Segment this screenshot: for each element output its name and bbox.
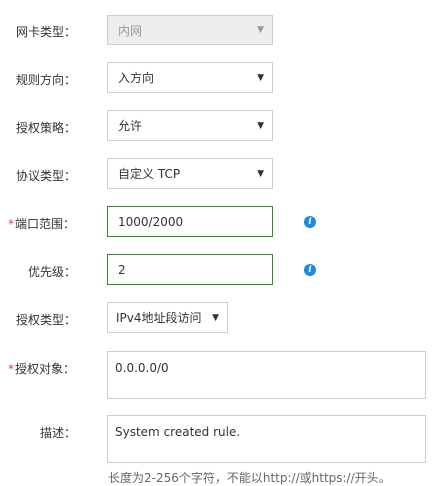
rule-direction-select[interactable]: 入方向 ▼ (107, 62, 273, 93)
port-range-label-text: 端口范围： (15, 217, 76, 231)
chevron-down-icon: ▼ (257, 25, 264, 35)
protocol-type-select[interactable]: 自定义 TCP ▼ (107, 158, 273, 189)
auth-object-label-text: 授权对象： (15, 362, 76, 376)
auth-policy-value: 允许 (118, 119, 143, 133)
description-label: 描述： (40, 426, 77, 440)
chevron-down-icon: ▼ (257, 72, 264, 83)
info-icon[interactable]: i (304, 216, 316, 228)
priority-value: 2 (118, 262, 126, 277)
required-mark: * (8, 362, 14, 376)
protocol-type-value: 自定义 TCP (118, 167, 181, 181)
chevron-down-icon: ▼ (257, 168, 264, 179)
auth-object-value: 0.0.0.0/0 (115, 361, 169, 375)
priority-label: 优先级： (28, 265, 77, 279)
chevron-down-icon: ▼ (212, 312, 219, 323)
auth-policy-select[interactable]: 允许 ▼ (107, 110, 273, 141)
auth-type-label: 授权类型： (16, 313, 77, 327)
chevron-down-icon: ▼ (257, 120, 264, 131)
port-range-value: 1000/2000 (118, 214, 184, 229)
rule-direction-value: 入方向 (118, 71, 155, 85)
nic-type-select[interactable]: 内网 ▼ (107, 15, 273, 45)
auth-type-value: IPv4地址段访问 (116, 311, 202, 325)
port-range-label: *端口范围： (8, 215, 75, 232)
port-range-input[interactable]: 1000/2000 (107, 206, 273, 237)
priority-input[interactable]: 2 (107, 254, 273, 285)
protocol-type-label: 协议类型： (16, 169, 77, 183)
info-icon[interactable]: i (304, 264, 316, 276)
auth-type-select[interactable]: IPv4地址段访问 ▼ (107, 302, 228, 333)
description-textarea[interactable]: System created rule. (107, 415, 426, 463)
description-hint: 长度为2-256个字符，不能以http://或https://开头。 (108, 471, 391, 485)
auth-object-textarea[interactable]: 0.0.0.0/0 (107, 351, 426, 399)
description-value: System created rule. (115, 425, 241, 439)
auth-object-label: *授权对象： (8, 360, 75, 377)
rule-direction-label: 规则方向： (16, 73, 77, 87)
auth-policy-label: 授权策略： (16, 121, 77, 135)
nic-type-value: 内网 (118, 23, 143, 38)
nic-type-label: 网卡类型： (16, 25, 77, 39)
required-mark: * (8, 217, 14, 231)
